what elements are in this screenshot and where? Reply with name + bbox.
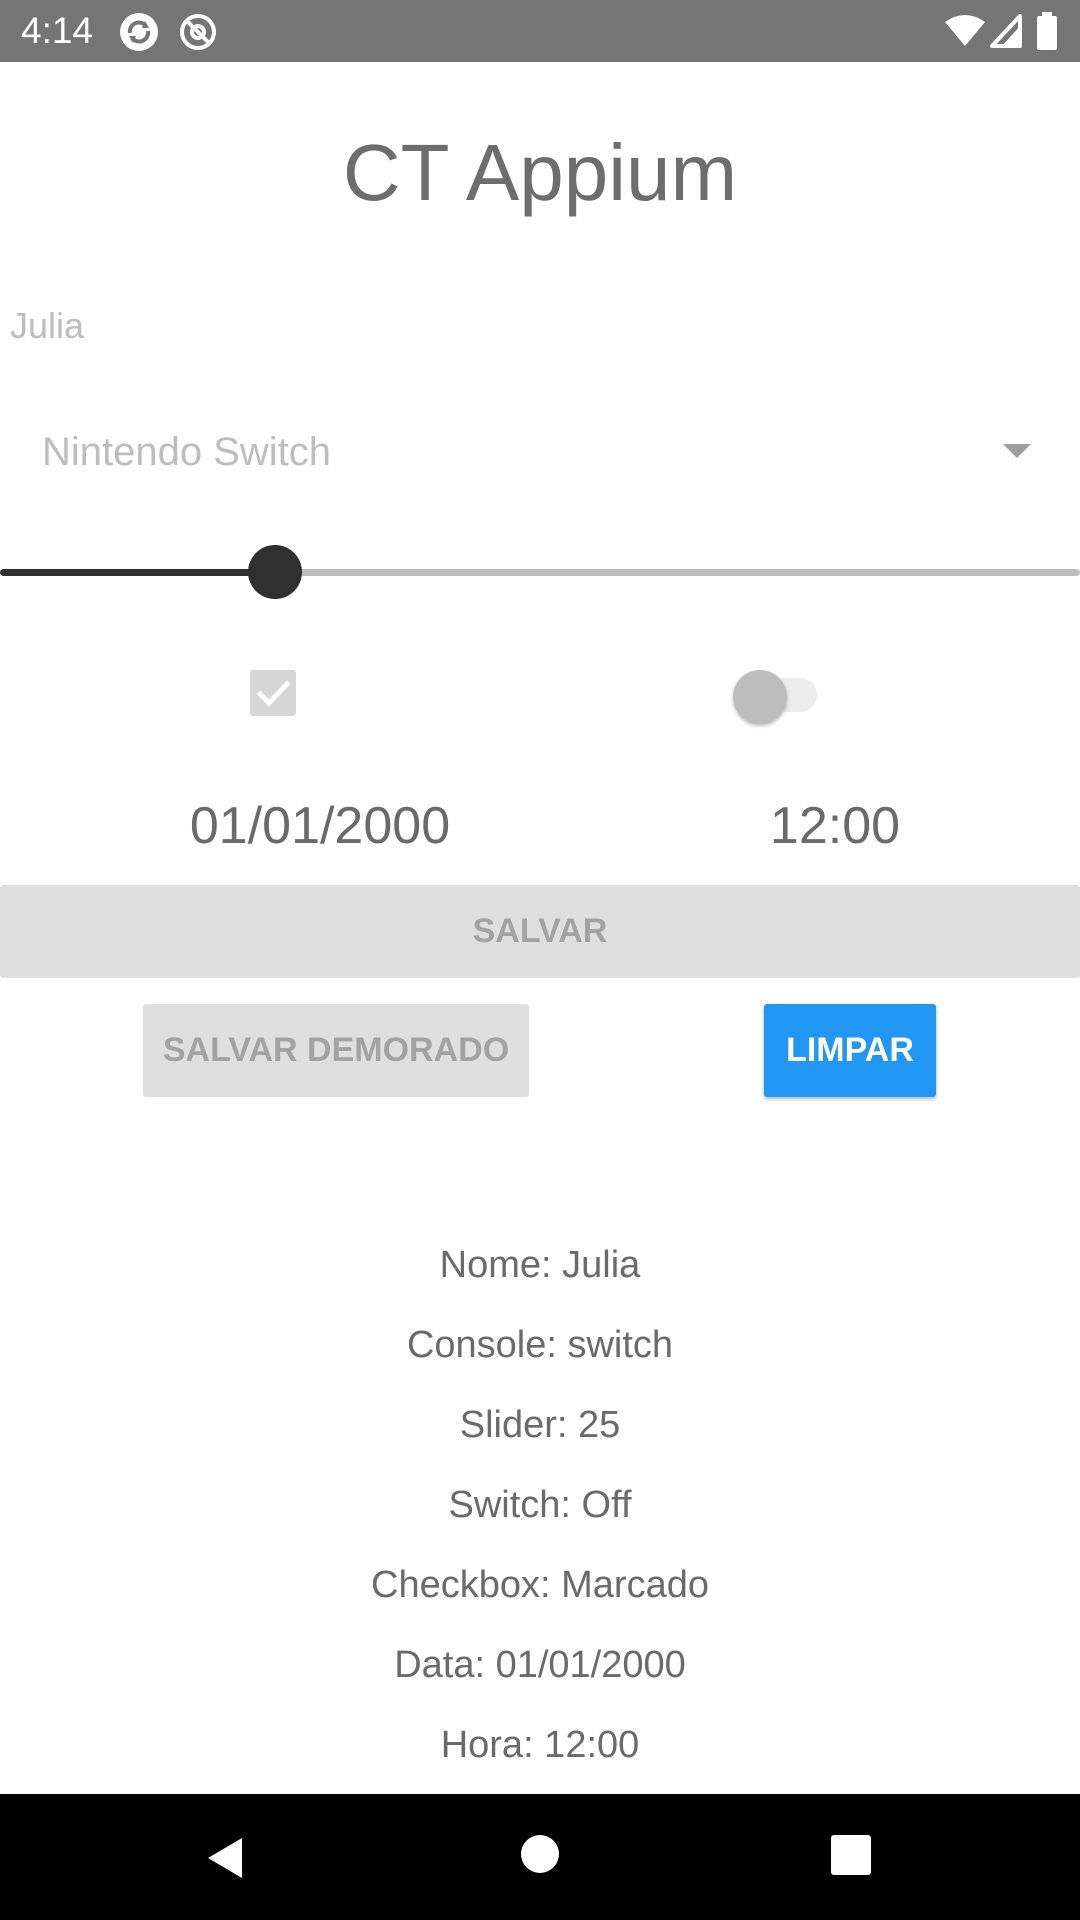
status-bar: 4:14 bbox=[0, 0, 1080, 62]
battery-icon bbox=[1037, 12, 1057, 50]
navigation-bar bbox=[0, 1794, 1080, 1920]
wifi-icon bbox=[945, 15, 985, 46]
name-input[interactable] bbox=[0, 296, 1080, 356]
slider-thumb[interactable] bbox=[248, 545, 302, 599]
home-icon[interactable] bbox=[520, 1834, 560, 1874]
at-sign-icon bbox=[180, 14, 216, 50]
sync-icon bbox=[120, 13, 158, 51]
switch-thumb bbox=[733, 670, 787, 724]
dropdown-arrow-icon bbox=[1003, 444, 1031, 458]
cell-signal-icon bbox=[990, 14, 1022, 48]
clear-button[interactable]: LIMPAR bbox=[764, 1004, 936, 1097]
result-slider: Slider: 25 bbox=[459, 1404, 621, 1446]
result-switch: Switch: Off bbox=[448, 1484, 632, 1526]
result-date: Data: 01/01/2000 bbox=[394, 1644, 686, 1686]
slider-fill bbox=[0, 569, 275, 576]
time-picker-text[interactable]: 12:00 bbox=[640, 795, 1030, 857]
data-checkbox[interactable] bbox=[250, 670, 296, 716]
back-icon[interactable] bbox=[202, 1834, 250, 1882]
app-screen: 4:14 CT Appium Nintendo Switch bbox=[0, 0, 1080, 1920]
value-slider[interactable] bbox=[0, 540, 1080, 604]
result-checkbox: Checkbox: Marcado bbox=[371, 1564, 709, 1606]
result-console: Console: switch bbox=[406, 1324, 674, 1366]
save-button[interactable]: SALVAR bbox=[0, 885, 1080, 978]
result-time: Hora: 12:00 bbox=[440, 1724, 640, 1766]
recents-icon[interactable] bbox=[830, 1834, 872, 1876]
status-time: 4:14 bbox=[21, 10, 94, 51]
toggle-switch[interactable] bbox=[733, 666, 819, 724]
results-list: Nome: Julia Console: switch Slider: 25 S… bbox=[0, 1225, 1080, 1785]
checkmark-icon bbox=[256, 680, 291, 707]
console-selected-value: Nintendo Switch bbox=[42, 430, 332, 474]
console-dropdown[interactable]: Nintendo Switch bbox=[0, 410, 1080, 494]
result-name: Nome: Julia bbox=[439, 1244, 641, 1286]
app-title: CT Appium bbox=[342, 128, 738, 217]
date-picker-text[interactable]: 01/01/2000 bbox=[0, 795, 640, 857]
save-delayed-button[interactable]: SALVAR DEMORADO bbox=[143, 1004, 529, 1097]
